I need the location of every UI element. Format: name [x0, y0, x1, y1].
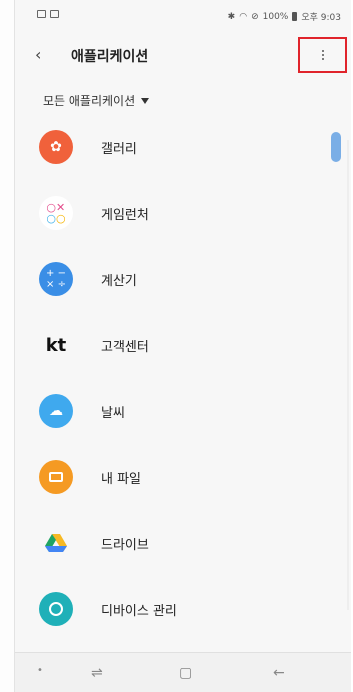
- navigation-bar: • ⇌ ▢ ←: [15, 652, 351, 692]
- app-label: 날씨: [101, 406, 125, 421]
- filter-label: 모든 애플리케이션: [43, 94, 136, 108]
- gallery-icon: ✿: [39, 130, 73, 164]
- left-edge: [0, 0, 15, 692]
- game-launcher-icon: ○✕ ○○: [39, 196, 73, 230]
- more-vert-icon: [321, 50, 324, 60]
- app-filter-dropdown[interactable]: 모든 애플리케이션: [43, 92, 150, 109]
- app-label: 드라이브: [101, 538, 149, 553]
- back-arrow-icon[interactable]: ←: [273, 665, 285, 681]
- app-label: 고객센터: [101, 340, 149, 355]
- app-bar: ‹ 애플리케이션: [15, 36, 351, 76]
- status-left-icons: [37, 10, 59, 18]
- phone-screen: ✱ ◠ ⊘ 100% 오후 9:03 ‹ 애플리케이션 모든 애플리케이션 ✿ …: [14, 0, 351, 692]
- nav-dot-icon[interactable]: •: [37, 665, 43, 676]
- list-item-drive[interactable]: 드라이브: [15, 512, 351, 578]
- home-icon[interactable]: ▢: [179, 665, 192, 681]
- status-bar: ✱ ◠ ⊘ 100% 오후 9:03: [15, 0, 351, 34]
- chevron-left-icon: ‹: [35, 45, 42, 64]
- kt-icon: kt: [39, 328, 73, 362]
- app-label: 내 파일: [101, 472, 142, 487]
- list-item-gallery[interactable]: ✿ 갤러리: [15, 116, 351, 182]
- kt-logo-text: kt: [45, 334, 67, 356]
- image-notification-icon: [37, 10, 46, 18]
- battery-icon: [292, 12, 298, 21]
- page-title: 애플리케이션: [71, 49, 149, 65]
- calculator-icon: + − × ÷: [39, 262, 73, 296]
- weather-icon: ☁: [39, 394, 73, 428]
- back-button[interactable]: ‹: [35, 44, 55, 66]
- list-item-my-files[interactable]: 내 파일: [15, 446, 351, 512]
- list-item-game-launcher[interactable]: ○✕ ○○ 게임런처: [15, 182, 351, 248]
- scroll-track: [347, 140, 349, 610]
- dnd-icon: ⊘: [251, 11, 259, 22]
- scroll-thumb[interactable]: [331, 132, 341, 162]
- more-options-button[interactable]: [298, 37, 347, 73]
- recent-apps-icon[interactable]: ⇌: [91, 665, 103, 681]
- battery-percent: 100%: [262, 11, 289, 22]
- bluetooth-icon: ✱: [227, 11, 236, 22]
- list-item-weather[interactable]: ☁ 날씨: [15, 380, 351, 446]
- status-time: 오후 9:03: [301, 13, 341, 23]
- app-label: 갤러리: [101, 142, 137, 157]
- list-item-calculator[interactable]: + − × ÷ 계산기: [15, 248, 351, 314]
- drive-icon: [39, 526, 73, 560]
- app-label: 계산기: [101, 274, 137, 289]
- status-right: ✱ ◠ ⊘ 100% 오후 9:03: [227, 10, 341, 24]
- my-files-icon: [39, 460, 73, 494]
- list-item-customer-center[interactable]: kt 고객센터: [15, 314, 351, 380]
- app-label: 디바이스 관리: [101, 604, 177, 619]
- gallery-notification-icon: [50, 10, 59, 18]
- device-care-icon: [39, 592, 73, 626]
- app-label: 게임런처: [101, 208, 149, 223]
- caret-down-icon: [141, 97, 150, 104]
- wifi-icon: ◠: [239, 11, 248, 22]
- list-item-device-care[interactable]: 디바이스 관리: [15, 578, 351, 644]
